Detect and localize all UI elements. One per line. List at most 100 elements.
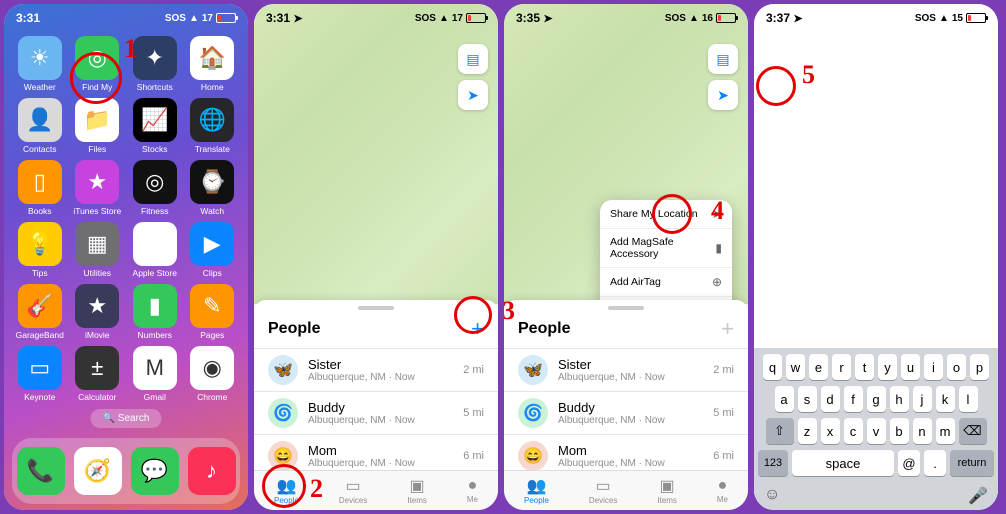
- key-g[interactable]: g: [867, 386, 886, 412]
- person-sub: Albuquerque, NM · Now: [308, 415, 463, 426]
- key-r[interactable]: r: [832, 354, 851, 380]
- sheet-grabber[interactable]: [358, 306, 394, 310]
- app-translate[interactable]: 🌐Translate: [187, 98, 239, 154]
- key-a[interactable]: a: [775, 386, 794, 412]
- app-home[interactable]: 🏠Home: [187, 36, 239, 92]
- tab-me[interactable]: ●Me: [717, 477, 728, 504]
- key-w[interactable]: w: [786, 354, 805, 380]
- key-k[interactable]: k: [936, 386, 955, 412]
- search-pill[interactable]: 🔍 Search: [91, 409, 162, 428]
- map-locate-button[interactable]: ➤: [458, 80, 488, 110]
- dock-phone[interactable]: 📞: [17, 447, 65, 495]
- tab-devices[interactable]: ▭Devices: [339, 476, 367, 505]
- app-imovie[interactable]: ★iMovie: [72, 284, 124, 340]
- key-j[interactable]: j: [913, 386, 932, 412]
- menu-share-my-location[interactable]: Share My Location➤: [600, 200, 732, 229]
- key-return[interactable]: return: [950, 450, 994, 476]
- tab-items[interactable]: ▣Items: [657, 476, 677, 505]
- map-locate-button[interactable]: ➤: [708, 80, 738, 110]
- menu-add-magsafe-accessory[interactable]: Add MagSafe Accessory▮: [600, 229, 732, 268]
- mic-key[interactable]: 🎤: [968, 486, 988, 506]
- map-mode-button[interactable]: ▤: [458, 44, 488, 74]
- app-itunes-store[interactable]: ★iTunes Store: [72, 160, 124, 216]
- tab-people[interactable]: 👥People: [524, 476, 549, 505]
- key-delete[interactable]: ⌫: [959, 418, 987, 444]
- key-d[interactable]: d: [821, 386, 840, 412]
- app-tips[interactable]: 💡Tips: [14, 222, 66, 278]
- app-clips[interactable]: ▶Clips: [187, 222, 239, 278]
- status-bar: 3:31 ➤ SOS ▲ 17: [254, 4, 498, 32]
- app-numbers[interactable]: ▮Numbers: [129, 284, 181, 340]
- key-space[interactable]: space: [792, 450, 894, 476]
- key-u[interactable]: u: [901, 354, 920, 380]
- person-row[interactable]: 🌀 Buddy Albuquerque, NM · Now 5 mi: [254, 391, 498, 434]
- status-time: 3:37: [766, 11, 790, 25]
- app-pages[interactable]: ✎Pages: [187, 284, 239, 340]
- person-row[interactable]: 🌀 Buddy Albuquerque, NM · Now 5 mi: [504, 391, 748, 434]
- person-row[interactable]: 🦋 Sister Albuquerque, NM · Now 2 mi: [504, 348, 748, 391]
- add-button[interactable]: +: [471, 316, 484, 342]
- key-y[interactable]: y: [878, 354, 897, 380]
- key-at[interactable]: @: [898, 450, 920, 476]
- key-dot[interactable]: .: [924, 450, 946, 476]
- avatar: 🌀: [518, 398, 548, 428]
- key-f[interactable]: f: [844, 386, 863, 412]
- status-bar: 3:31 SOS ▲ 17: [4, 4, 248, 32]
- status-sos: SOS: [415, 13, 436, 24]
- dock-safari[interactable]: 🧭: [74, 447, 122, 495]
- sheet-title: People: [268, 320, 320, 338]
- add-button[interactable]: +: [721, 316, 734, 342]
- tab-devices[interactable]: ▭Devices: [589, 476, 617, 505]
- tab-people[interactable]: 👥People: [274, 476, 299, 505]
- tab-items[interactable]: ▣Items: [407, 476, 427, 505]
- app-chrome[interactable]: ◉Chrome: [187, 346, 239, 402]
- location-arrow-icon: ➤: [293, 13, 302, 25]
- app-stocks[interactable]: 📈Stocks: [129, 98, 181, 154]
- key-b[interactable]: b: [890, 418, 909, 444]
- key-z[interactable]: z: [798, 418, 817, 444]
- app-watch[interactable]: ⌚Watch: [187, 160, 239, 216]
- key-shift[interactable]: ⇧: [766, 418, 794, 444]
- wifi-icon: ▲: [439, 13, 449, 24]
- key-c[interactable]: c: [844, 418, 863, 444]
- app-keynote[interactable]: ▭Keynote: [14, 346, 66, 402]
- app-apple-store[interactable]: Apple Store: [129, 222, 181, 278]
- battery-icon: [966, 13, 986, 23]
- key-n[interactable]: n: [913, 418, 932, 444]
- app-find-my[interactable]: ◎Find My: [72, 36, 124, 92]
- map-mode-button[interactable]: ▤: [708, 44, 738, 74]
- key-x[interactable]: x: [821, 418, 840, 444]
- sheet-grabber[interactable]: [608, 306, 644, 310]
- app-contacts[interactable]: 👤Contacts: [14, 98, 66, 154]
- key-h[interactable]: h: [890, 386, 909, 412]
- emoji-key[interactable]: ☺: [764, 486, 780, 506]
- app-garageband[interactable]: 🎸GarageBand: [14, 284, 66, 340]
- app-files[interactable]: 📁Files: [72, 98, 124, 154]
- person-row[interactable]: 🦋 Sister Albuquerque, NM · Now 2 mi: [254, 348, 498, 391]
- wifi-icon: ▲: [189, 13, 199, 24]
- app-weather[interactable]: ☀Weather: [14, 36, 66, 92]
- app-shortcuts[interactable]: ✦Shortcuts: [129, 36, 181, 92]
- menu-add-airtag[interactable]: Add AirTag⊕: [600, 268, 732, 297]
- key-s[interactable]: s: [798, 386, 817, 412]
- key-p[interactable]: p: [970, 354, 989, 380]
- key-m[interactable]: m: [936, 418, 955, 444]
- app-fitness[interactable]: ◎Fitness: [129, 160, 181, 216]
- key-t[interactable]: t: [855, 354, 874, 380]
- key-123[interactable]: 123: [758, 450, 788, 476]
- tab-me[interactable]: ●Me: [467, 477, 478, 504]
- key-e[interactable]: e: [809, 354, 828, 380]
- dock-messages[interactable]: 💬: [131, 447, 179, 495]
- dock-music[interactable]: ♪: [188, 447, 236, 495]
- key-i[interactable]: i: [924, 354, 943, 380]
- app-books[interactable]: ▯Books: [14, 160, 66, 216]
- app-calculator[interactable]: ±Calculator: [72, 346, 124, 402]
- app-gmail[interactable]: MGmail: [129, 346, 181, 402]
- person-sub: Albuquerque, NM · Now: [308, 458, 463, 469]
- app-utilities[interactable]: ▦Utilities: [72, 222, 124, 278]
- key-l[interactable]: l: [959, 386, 978, 412]
- key-v[interactable]: v: [867, 418, 886, 444]
- screen-share-location: 3:37 ➤ SOS ▲ 15 Cancel Share My Location…: [754, 4, 998, 510]
- key-o[interactable]: o: [947, 354, 966, 380]
- key-q[interactable]: q: [763, 354, 782, 380]
